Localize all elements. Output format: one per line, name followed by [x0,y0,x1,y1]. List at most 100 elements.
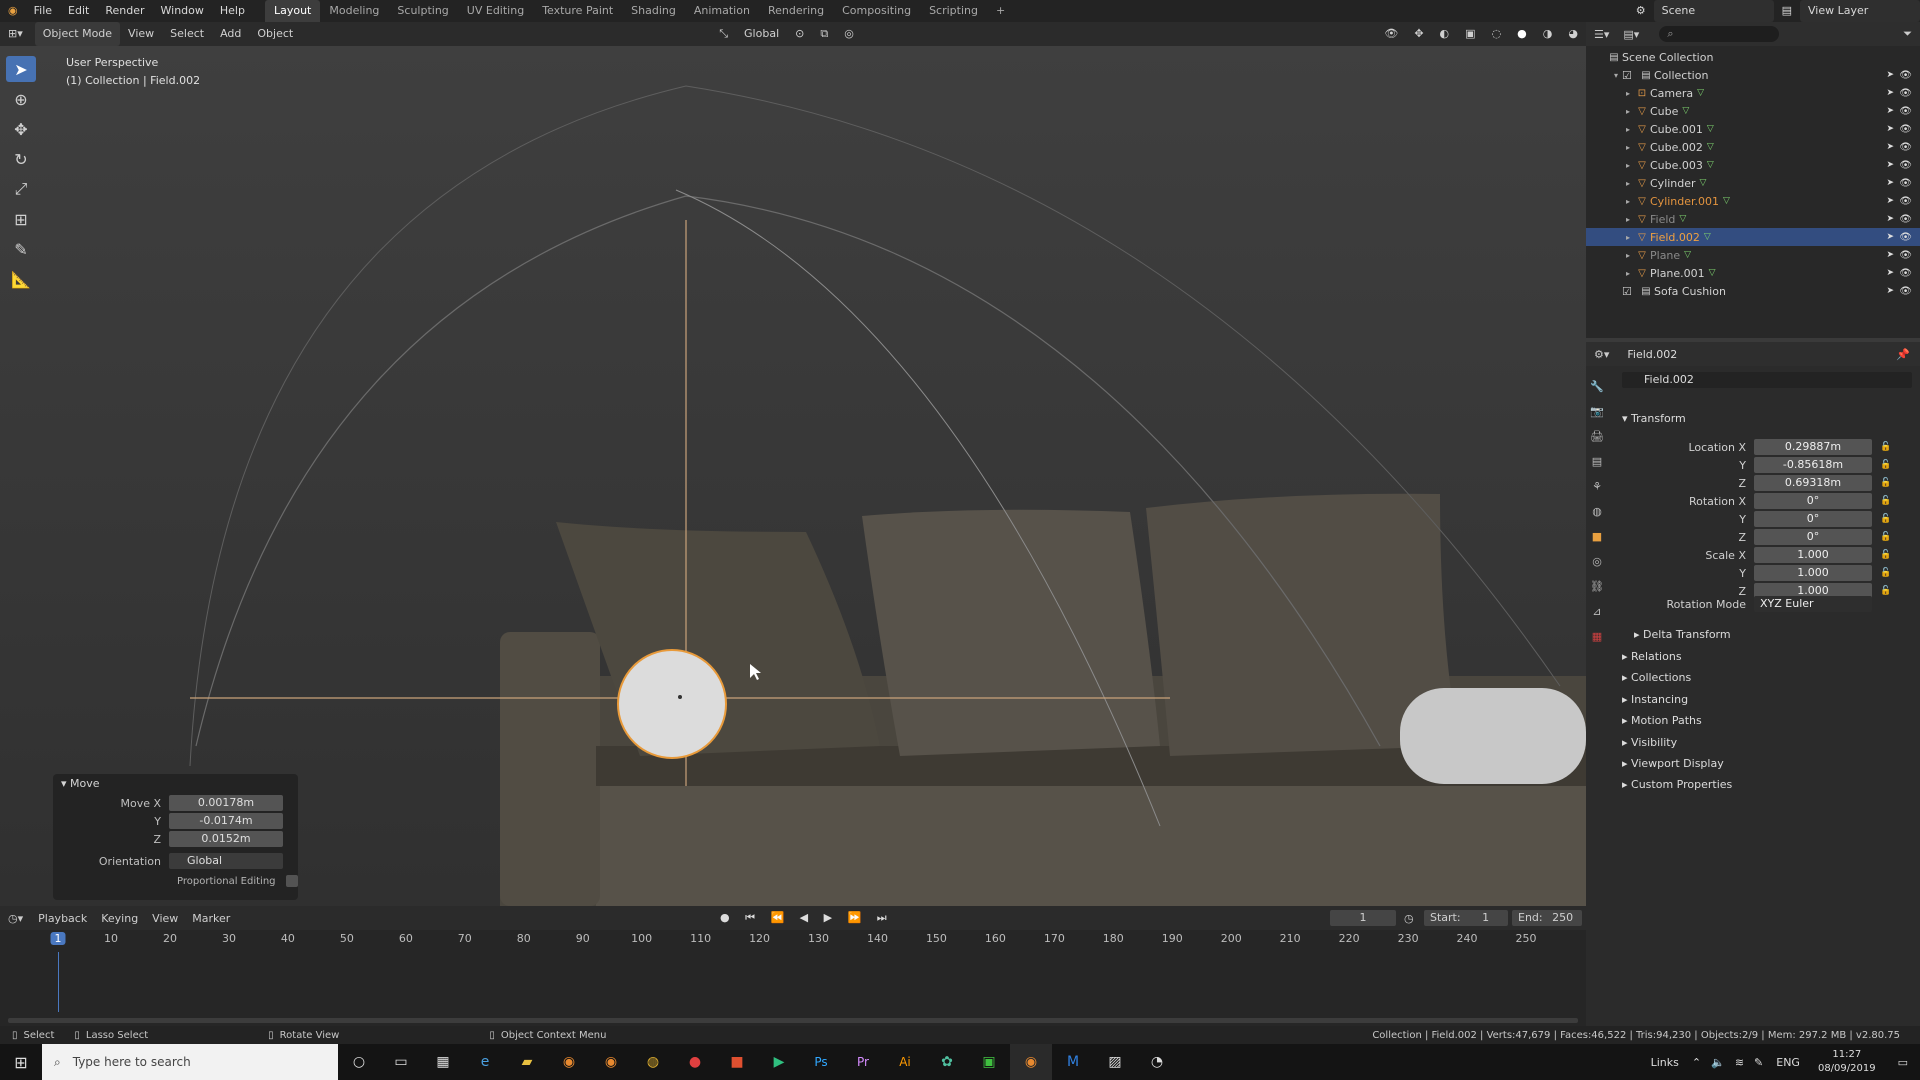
select-icon[interactable]: ➤ [1886,268,1894,278]
frame-tick[interactable]: 120 [749,932,770,945]
tab-modeling[interactable]: Modeling [320,0,388,22]
move-y-field[interactable]: -0.0174m [169,813,283,829]
blender-icon[interactable]: ◉ [548,1044,590,1080]
menu-view[interactable]: View [120,22,162,46]
frame-tick[interactable]: 40 [281,932,295,945]
sofa-cushion-row[interactable]: ☑ ▤ Sofa Cushion ➤ 👁 [1586,282,1920,300]
frame-tick[interactable]: 200 [1221,932,1242,945]
orientation-dropdown[interactable]: Global [169,853,283,869]
end-frame-field[interactable]: End: 250 [1512,910,1582,926]
transform-section[interactable]: ▾ Transform [1622,412,1686,425]
move-panel-header[interactable]: ▾ Move [53,774,298,794]
app-red-icon[interactable]: ● [674,1044,716,1080]
frame-tick[interactable]: 220 [1339,932,1360,945]
frame-tick[interactable]: 140 [867,932,888,945]
rotation-field[interactable]: 0° [1754,511,1872,527]
mesh-data-icon[interactable]: ▽ [1723,196,1730,206]
view-layer-field[interactable]: View Layer [1800,0,1920,22]
outliner-item[interactable]: ▸ ▽ Cube.003 ▽ ➤ 👁 [1586,156,1920,174]
overlay-icon[interactable]: ◐ [1432,22,1458,46]
shading-wireframe-icon[interactable]: ◌ [1484,22,1510,46]
mesh-data-icon[interactable]: ▽ [1704,232,1711,242]
proportional-editing-icon[interactable]: ◎ [836,22,862,46]
select-icon[interactable]: ➤ [1886,88,1894,98]
display-mode-icon[interactable]: ▤▾ [1617,28,1645,41]
app-blue-icon[interactable]: M [1052,1044,1094,1080]
annotate-tool-icon[interactable]: ✎ [6,236,36,262]
select-icon[interactable]: ➤ [1886,70,1894,80]
editor-type-icon[interactable]: ⊞▾ [0,22,31,46]
scale-field[interactable]: 1.000 [1754,547,1872,563]
frame-tick[interactable]: 70 [458,932,472,945]
eye-icon[interactable]: 👁 [1899,250,1912,261]
edge-icon[interactable]: e [464,1044,506,1080]
visibility-icon[interactable]: 👁 [1376,22,1406,46]
outliner-item[interactable]: ▸ ▽ Cylinder ▽ ➤ 👁 [1586,174,1920,192]
premiere-icon[interactable]: Pr [842,1044,884,1080]
outliner-item[interactable]: ▸ ▽ Cylinder.001 ▽ ➤ 👁 [1586,192,1920,210]
menu-window[interactable]: Window [153,0,212,22]
rotation-field[interactable]: 0° [1754,493,1872,509]
eye-icon[interactable]: 👁 [1899,286,1912,297]
frame-tick[interactable]: 180 [1103,932,1124,945]
select-icon[interactable]: ➤ [1886,106,1894,116]
expand-icon[interactable]: ▸ [1622,89,1634,98]
select-icon[interactable]: ➤ [1886,232,1894,242]
select-icon[interactable]: ➤ [1886,286,1894,296]
frame-tick[interactable]: 160 [985,932,1006,945]
frame-ruler[interactable]: 1 10 20 30 40 50 60 70 80 90 100 110 120 130 140 150 160… [0,932,1586,952]
property-section[interactable]: ▸ Relations [1622,650,1682,663]
scene-tab-icon[interactable]: ⚘ [1586,476,1608,498]
timeline[interactable]: ◷▾ Playback Keying View Marker ● ⏮ ⏪ ◀ ▶… [0,906,1586,1026]
object-name-field[interactable]: Field.002 [1622,372,1912,388]
property-section[interactable]: ▸ Custom Properties [1622,778,1732,791]
select-icon[interactable]: ➤ [1886,196,1894,206]
chrome-icon[interactable]: ◍ [632,1044,674,1080]
eye-icon[interactable]: 👁 [1899,142,1912,153]
lock-icon[interactable]: 🔓 [1880,496,1891,506]
snap-icon[interactable]: ⧉ [812,22,836,46]
select-icon[interactable]: ➤ [1886,124,1894,134]
move-x-field[interactable]: 0.00178m [169,795,283,811]
frame-tick[interactable]: 10 [104,932,118,945]
lock-icon[interactable]: 🔓 [1880,532,1891,542]
mesh-data-icon[interactable]: ▽ [1700,178,1707,188]
language-indicator[interactable]: ENG [1768,1056,1808,1069]
frame-tick[interactable]: 190 [1162,932,1183,945]
select-icon[interactable]: ➤ [1886,250,1894,260]
tab-layout[interactable]: Layout [264,0,321,22]
frame-tick[interactable]: 110 [690,932,711,945]
cortana-icon[interactable]: ○ [338,1044,380,1080]
measure-tool-icon[interactable]: 📐 [6,266,36,292]
move-operator-panel[interactable]: ▾ Move Move X 0.00178m Y -0.0174m Z 0.0152m… [53,774,298,900]
expand-icon[interactable]: ▸ [1622,197,1634,206]
app-green-icon[interactable]: ▣ [968,1044,1010,1080]
frame-tick[interactable]: 50 [340,932,354,945]
xray-icon[interactable]: ▣ [1457,22,1483,46]
mesh-data-icon[interactable]: ▽ [1707,124,1714,134]
photos-icon[interactable]: ▨ [1094,1044,1136,1080]
texture-tab-icon[interactable]: ▦ [1586,626,1608,648]
checkbox-icon[interactable]: ☑ [1622,285,1638,298]
eye-icon[interactable]: 👁 [1899,124,1912,135]
frame-tick[interactable]: 250 [1516,932,1537,945]
eye-icon[interactable]: 👁 [1899,214,1912,225]
expand-icon[interactable]: ▸ [1622,107,1634,116]
location-field[interactable]: -0.85618m [1754,457,1872,473]
expand-icon[interactable]: ▸ [1622,215,1634,224]
constraints-tab-icon[interactable]: ⛓ [1586,576,1608,598]
outliner-item[interactable]: ▸ ▽ Field.002 ▽ ➤ 👁 [1586,228,1920,246]
photoshop-icon[interactable]: Ps [800,1044,842,1080]
location-field[interactable]: 0.69318m [1754,475,1872,491]
outliner-editor-icon[interactable]: ☰▾ [1586,28,1617,41]
frame-tick[interactable]: 240 [1457,932,1478,945]
blender-alt-icon[interactable]: ◉ [590,1044,632,1080]
mesh-data-icon[interactable]: ▽ [1707,160,1714,170]
pivot-icon[interactable]: ⊙ [787,22,812,46]
move-tool-icon[interactable]: ✥ [6,116,36,142]
menu-marker[interactable]: Marker [185,912,237,925]
eye-icon[interactable]: 👁 [1899,160,1912,171]
expand-icon[interactable]: ▸ [1622,251,1634,260]
file-explorer-icon[interactable]: ▰ [506,1044,548,1080]
blender-logo-icon[interactable]: ◉ [0,0,26,22]
